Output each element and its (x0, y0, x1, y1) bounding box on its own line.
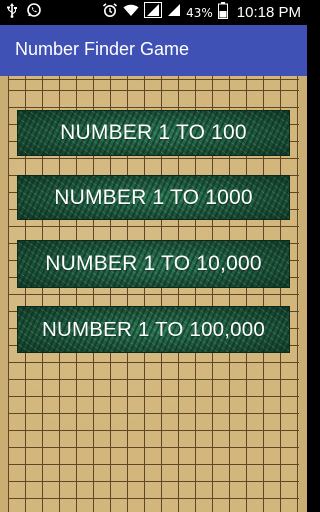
number-1-to-100-button[interactable]: NUMBER 1 TO 100 (17, 110, 290, 156)
usb-icon (6, 2, 18, 23)
status-bar: 43% 10:18 PM (0, 0, 307, 25)
clock: 10:18 PM (236, 4, 301, 21)
app-title: Number Finder Game (15, 39, 190, 59)
battery-icon (217, 1, 228, 24)
alarm-icon (102, 2, 118, 23)
signal-icon (144, 2, 163, 23)
number-1-to-1000-button[interactable]: NUMBER 1 TO 1000 (17, 175, 290, 220)
number-1-to-100000-button[interactable]: NUMBER 1 TO 100,000 (17, 306, 290, 353)
number-1-to-10000-button[interactable]: NUMBER 1 TO 10,000 (17, 240, 290, 288)
wifi-icon (123, 3, 139, 22)
signal-icon (167, 3, 181, 22)
battery-percent: 43% (186, 5, 213, 20)
whatsapp-icon (26, 2, 42, 23)
app-bar: Number Finder Game (0, 25, 307, 76)
